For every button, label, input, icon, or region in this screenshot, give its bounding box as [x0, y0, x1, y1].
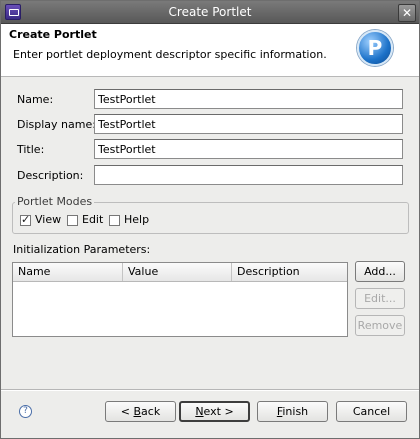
back-rest: ack — [141, 405, 161, 418]
column-header-value[interactable]: Value — [123, 263, 232, 281]
wizard-description: Enter portlet deployment descriptor spec… — [13, 48, 327, 61]
back-button[interactable]: < Back — [105, 401, 176, 422]
view-checkbox-label[interactable]: View — [35, 213, 61, 226]
init-params-label: Initialization Parameters: — [13, 243, 151, 256]
help-icon[interactable]: ? — [19, 405, 32, 418]
window-title: Create Portlet — [168, 5, 252, 19]
help-checkbox-label[interactable]: Help — [124, 213, 149, 226]
display-name-input[interactable] — [94, 114, 403, 134]
column-header-name[interactable]: Name — [13, 263, 123, 281]
edit-button[interactable]: Edit... — [355, 288, 405, 309]
help-checkbox[interactable] — [109, 215, 120, 226]
next-button[interactable]: Next > — [179, 401, 250, 422]
table-header: Name Value Description — [13, 263, 347, 282]
add-button[interactable]: Add... — [355, 261, 405, 282]
init-params-table[interactable]: Name Value Description — [12, 262, 348, 337]
next-rest: ext > — [203, 405, 234, 418]
create-portlet-dialog: Create Portlet ✕ Create Portlet Enter po… — [0, 0, 420, 439]
portlet-logo-icon: P — [357, 30, 393, 66]
title-input[interactable] — [94, 139, 403, 159]
title-label: Title: — [17, 143, 45, 156]
next-mnemonic: N — [195, 405, 204, 418]
view-checkbox[interactable] — [20, 213, 31, 226]
finish-button[interactable]: Finish — [257, 401, 328, 422]
wizard-banner: Create Portlet Enter portlet deployment … — [1, 24, 419, 77]
edit-checkbox[interactable] — [67, 215, 78, 226]
edit-checkbox-label[interactable]: Edit — [82, 213, 103, 226]
description-label: Description: — [17, 169, 84, 182]
description-input[interactable] — [94, 165, 403, 185]
cancel-button[interactable]: Cancel — [336, 401, 407, 422]
close-icon[interactable]: ✕ — [398, 4, 416, 22]
display-name-label: Display name: — [17, 118, 96, 131]
column-header-description[interactable]: Description — [232, 263, 347, 281]
footer-separator — [1, 389, 419, 391]
back-prefix: < — [120, 405, 134, 418]
portlet-modes-label: Portlet Modes — [15, 195, 95, 208]
back-mnemonic: B — [133, 405, 142, 418]
remove-button[interactable]: Remove — [355, 315, 405, 336]
title-bar[interactable]: Create Portlet ✕ — [1, 1, 419, 24]
name-label: Name: — [17, 93, 54, 106]
name-input[interactable] — [94, 89, 403, 109]
finish-rest: inish — [282, 405, 309, 418]
wizard-heading: Create Portlet — [9, 28, 97, 41]
